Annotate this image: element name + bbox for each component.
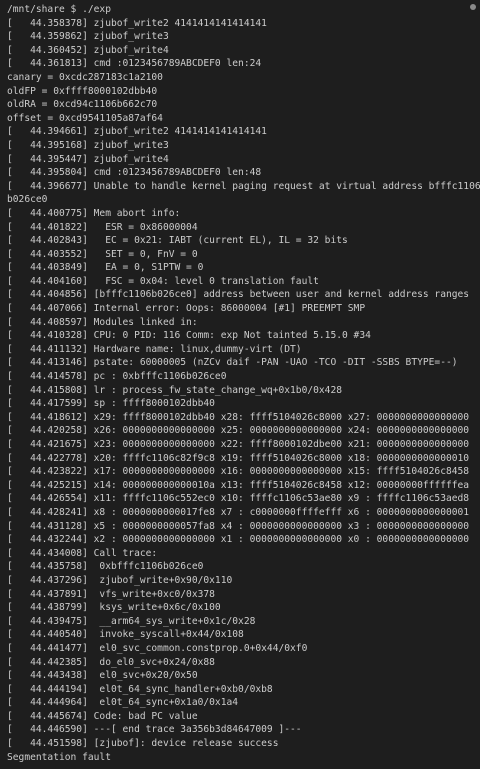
terminal-line: [ 44.439475] __arm64_sys_write+0x1c/0x28 xyxy=(7,615,256,627)
terminal-line: [ 44.442385] do_el0_svc+0x24/0x88 xyxy=(7,656,215,668)
terminal-line: [ 44.403552] SET = 0, FnV = 0 xyxy=(7,248,198,260)
terminal-line: canary = 0xcdc287183c1a2100 xyxy=(7,71,163,83)
terminal-line: oldRA = 0xcd94c1106b662c70 xyxy=(7,99,158,111)
terminal-line: [ 44.440540] invoke_syscall+0x44/0x108 xyxy=(7,629,244,641)
terminal-line: [ 44.361813] cmd :0123456789ABCDEF0 len:… xyxy=(7,58,262,70)
terminal-line: [ 44.431128] x5 : 0000000000057fa8 x4 : … xyxy=(7,520,470,532)
terminal-line: [ 44.435758] 0xbfffc1106b026ce0 xyxy=(7,561,204,573)
terminal-line: [ 44.414578] pc : 0xbfffc1106b026ce0 xyxy=(7,371,227,383)
terminal-line: [ 44.420258] x26: 0000000000000000 x25: … xyxy=(7,425,470,437)
terminal-line: [ 44.395804] cmd :0123456789ABCDEF0 len:… xyxy=(7,167,262,179)
terminal-line: [ 44.359862] zjubof_write3 xyxy=(7,31,169,43)
terminal-line: [ 44.395168] zjubof_write3 xyxy=(7,139,169,151)
terminal-line: [ 44.441477] el0_svc_common.constprop.0+… xyxy=(7,642,308,654)
terminal-line: [ 44.407066] Internal error: Oops: 86000… xyxy=(7,303,366,315)
terminal-line: [ 44.394661] zjubof_write2 4141414141414… xyxy=(7,126,267,138)
terminal-line: [ 44.438799] ksys_write+0x6c/0x100 xyxy=(7,602,221,614)
terminal-line: [ 44.445674] Code: bad PC value xyxy=(7,710,198,722)
terminal-line: [ 44.428241] x8 : 0000000000017fe8 x7 : … xyxy=(7,506,470,518)
terminal-line: [ 44.423822] x17: 0000000000000000 x16: … xyxy=(7,466,470,478)
terminal-line: [ 44.401822] ESR = 0x86000004 xyxy=(7,221,198,233)
terminal-line: [ 44.443438] el0_svc+0x20/0x50 xyxy=(7,670,198,682)
terminal-line: Segmentation fault xyxy=(7,751,111,763)
terminal-line: [ 44.395447] zjubof_write4 xyxy=(7,153,169,165)
terminal-line: [ 44.408597] Modules linked in: xyxy=(7,316,198,328)
terminal-line: [ 44.358378] zjubof_write2 4141414141414… xyxy=(7,17,267,29)
terminal-line: [ 44.417599] sp : ffff8000102dbb40 xyxy=(7,398,215,410)
scrollbar-thumb[interactable] xyxy=(470,4,476,10)
terminal-window[interactable]: /mnt/share $ ./exp [ 44.358378] zjubof_wr… xyxy=(0,0,480,769)
terminal-line: [ 44.396677] Unable to handle kernel pag… xyxy=(7,180,480,192)
terminal-line: [ 44.434008] Call trace: xyxy=(7,547,158,559)
terminal-line: b026ce0 xyxy=(7,194,48,206)
terminal-line: [ 44.403849] EA = 0, S1PTW = 0 xyxy=(7,262,204,274)
terminal-line: [ 44.437296] zjubof_write+0x90/0x110 xyxy=(7,574,233,586)
terminal-line: [ 44.418612] x29: ffff8000102dbb40 x28: … xyxy=(7,411,470,423)
terminal-line: [ 44.425215] x14: 000000000000010a x13: … xyxy=(7,479,470,491)
terminal-line: [ 44.400775] Mem abort info: xyxy=(7,207,181,219)
terminal-line: [ 44.437891] vfs_write+0xc0/0x378 xyxy=(7,588,215,600)
terminal-line: /mnt/share $ ./exp xyxy=(7,4,111,15)
terminal-line: [ 44.432244] x2 : 0000000000000000 x1 : … xyxy=(7,534,470,546)
terminal-line: offset = 0xcd9541105a87af64 xyxy=(7,112,163,124)
terminal-line: [ 44.413146] pstate: 60000005 (nZCv daif… xyxy=(7,357,458,369)
terminal-line: [ 44.444964] el0t_64_sync+0x1a0/0x1a4 xyxy=(7,697,239,709)
terminal-line: [ 44.402843] EC = 0x21: IABT (current EL… xyxy=(7,235,348,247)
terminal-line: [ 44.404160] FSC = 0x04: level 0 transla… xyxy=(7,275,319,287)
terminal-line: [ 44.444194] el0t_64_sync_handler+0xb0/0… xyxy=(7,683,273,695)
terminal-line: [ 44.360452] zjubof_write4 xyxy=(7,44,169,56)
terminal-line: [ 44.446590] ---[ end trace 3a356b3d8464… xyxy=(7,724,302,736)
terminal-line: [ 44.411132] Hardware name: linux,dummy-… xyxy=(7,343,302,355)
terminal-line: [ 44.404856] [bfffc1106b026ce0] address … xyxy=(7,289,470,301)
terminal-line: oldFP = 0xffff8000102dbb40 xyxy=(7,85,158,97)
terminal-line: [ 44.410328] CPU: 0 PID: 116 Comm: exp N… xyxy=(7,330,371,342)
terminal-output: /mnt/share $ ./exp [ 44.358378] zjubof_wr… xyxy=(7,3,480,764)
terminal-line: [ 44.422778] x20: ffffc1106c82f9c8 x19: … xyxy=(7,452,470,464)
terminal-line: [ 44.426554] x11: ffffc1106c552ec0 x10: … xyxy=(7,493,470,505)
terminal-line: [ 44.451598] [zjubof]: device release su… xyxy=(7,738,279,750)
terminal-line: [ 44.421675] x23: 0000000000000000 x22: … xyxy=(7,439,470,450)
terminal-line: [ 44.415808] lr : process_fw_state_chang… xyxy=(7,384,343,396)
